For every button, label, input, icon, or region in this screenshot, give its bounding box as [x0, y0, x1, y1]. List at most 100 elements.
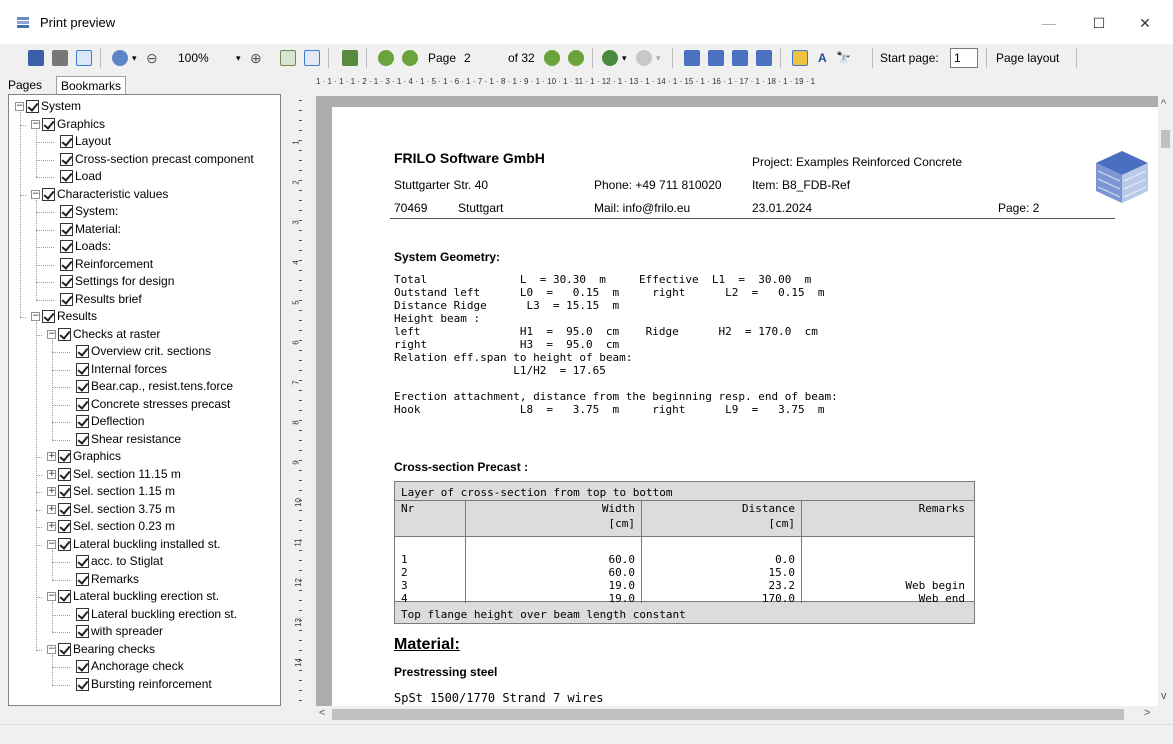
checkbox-icon[interactable]	[76, 362, 89, 376]
checkbox-icon[interactable]	[58, 520, 71, 534]
collapse-icon[interactable]: −	[15, 102, 24, 112]
collapse-icon[interactable]: −	[47, 539, 56, 549]
checkbox-icon[interactable]	[60, 170, 73, 184]
tree-item[interactable]: Shear resistance	[63, 431, 181, 448]
next-page-icon[interactable]	[544, 50, 560, 66]
checkbox-icon[interactable]	[58, 537, 71, 551]
tree-item[interactable]: acc. to Stiglat	[63, 553, 163, 570]
forward-icon[interactable]	[636, 50, 652, 66]
tree-item[interactable]: Cross-section precast component	[47, 151, 254, 168]
page-layout-button[interactable]: Page layout	[996, 48, 1059, 68]
scroll-right-icon[interactable]: >	[1144, 707, 1150, 719]
zoom-dropdown-icon[interactable]: ▾	[132, 48, 137, 68]
layout-continuous-icon[interactable]	[708, 50, 724, 66]
checkbox-icon[interactable]	[58, 642, 71, 656]
checkbox-icon[interactable]	[58, 502, 71, 516]
checkbox-icon[interactable]	[58, 450, 71, 464]
collapse-icon[interactable]: −	[47, 644, 56, 654]
scroll-up-icon[interactable]: ^	[1161, 98, 1166, 110]
tab-bookmarks[interactable]: Bookmarks	[56, 76, 127, 95]
first-page-icon[interactable]	[378, 50, 394, 66]
checkbox-icon[interactable]	[60, 292, 73, 306]
checkbox-icon[interactable]	[60, 135, 73, 149]
tree-item[interactable]: Lateral buckling erection st.	[63, 606, 237, 623]
checkbox-icon[interactable]	[60, 275, 73, 289]
horizontal-scroll-thumb[interactable]	[332, 709, 1124, 720]
expand-icon[interactable]: +	[47, 504, 56, 514]
tree-item[interactable]: Remarks	[63, 571, 139, 588]
checkbox-icon[interactable]	[76, 397, 89, 411]
layout-multi-icon[interactable]	[756, 50, 772, 66]
tree-item[interactable]: Load	[47, 168, 102, 185]
checkbox-icon[interactable]	[76, 607, 89, 621]
collapse-icon[interactable]: −	[31, 312, 40, 322]
checkbox-icon[interactable]	[60, 152, 73, 166]
checkbox-icon[interactable]	[60, 240, 73, 254]
collapse-icon[interactable]: −	[47, 329, 56, 339]
checkbox-icon[interactable]	[60, 257, 73, 271]
start-page-input[interactable]: 1	[950, 48, 978, 68]
vertical-scrollbar[interactable]: ^ v	[1158, 96, 1173, 706]
tree-item[interactable]: Deflection	[63, 413, 144, 430]
tree-item[interactable]: − Checks at raster	[47, 326, 160, 343]
tree-item[interactable]: Anchorage check	[63, 658, 184, 675]
tree-item[interactable]: − Characteristic values	[31, 186, 168, 203]
back-dropdown-icon[interactable]: ▾	[622, 48, 627, 68]
zoom-value-dropdown-icon[interactable]: ▾	[236, 48, 241, 68]
expand-icon[interactable]: +	[47, 487, 56, 497]
tree-item[interactable]: Bursting reinforcement	[63, 676, 212, 693]
zoom-out-icon[interactable]: ⊖	[146, 48, 158, 68]
fit-width-icon[interactable]	[304, 50, 320, 66]
tree-item[interactable]: Settings for design	[47, 273, 174, 290]
scroll-down-icon[interactable]: v	[1161, 690, 1167, 702]
minimize-button[interactable]: —	[1026, 8, 1072, 38]
tree-item[interactable]: − Graphics	[31, 116, 105, 133]
page-input[interactable]: 2	[464, 48, 471, 68]
tree-item[interactable]: Internal forces	[63, 361, 167, 378]
tree-item[interactable]: + Sel. section 3.75 m	[47, 501, 175, 518]
checkbox-icon[interactable]	[58, 590, 71, 604]
collapse-icon[interactable]: −	[31, 119, 40, 129]
maximize-button[interactable]: ☐	[1076, 8, 1122, 38]
checkbox-icon[interactable]	[76, 555, 89, 569]
tree-item[interactable]: + Sel. section 0.23 m	[47, 518, 175, 535]
tree-item[interactable]: Loads:	[47, 238, 111, 255]
tree-item[interactable]: Material:	[47, 221, 121, 238]
tree-item[interactable]: Results brief	[47, 291, 142, 308]
tree-item[interactable]: − Bearing checks	[47, 641, 155, 658]
checkbox-icon[interactable]	[42, 310, 55, 324]
tree-item[interactable]: − Lateral buckling installed st.	[47, 536, 220, 553]
single-page-icon[interactable]	[342, 50, 358, 66]
expand-icon[interactable]: +	[47, 452, 56, 462]
checkbox-icon[interactable]	[76, 625, 89, 639]
tree-item[interactable]: + Sel. section 11.15 m	[47, 466, 181, 483]
checkbox-icon[interactable]	[76, 415, 89, 429]
document-viewer[interactable]: FRILO Software GmbH Stuttgarter Str. 40 …	[316, 96, 1158, 706]
checkbox-icon[interactable]	[58, 485, 71, 499]
close-button[interactable]: ✕	[1122, 8, 1168, 38]
previous-page-icon[interactable]	[402, 50, 418, 66]
checkbox-icon[interactable]	[26, 100, 39, 114]
tree-item[interactable]: Overview crit. sections	[63, 343, 211, 360]
tree-item[interactable]: − Lateral buckling erection st.	[47, 588, 219, 605]
save-icon[interactable]	[28, 50, 44, 66]
checkbox-icon[interactable]	[76, 572, 89, 586]
checkbox-icon[interactable]	[76, 660, 89, 674]
layout-single-icon[interactable]	[684, 50, 700, 66]
expand-icon[interactable]: +	[47, 469, 56, 479]
checkbox-icon[interactable]	[60, 222, 73, 236]
print-icon[interactable]	[52, 50, 68, 66]
tree-item[interactable]: with spreader	[63, 623, 163, 640]
expand-icon[interactable]: +	[47, 522, 56, 532]
tab-pages[interactable]: Pages	[4, 76, 46, 95]
sidebar-toggle-icon[interactable]	[76, 50, 92, 66]
tree-item[interactable]: Layout	[47, 133, 111, 150]
checkbox-icon[interactable]	[76, 432, 89, 446]
find-icon[interactable]: 🔭	[836, 48, 851, 68]
vertical-scroll-thumb[interactable]	[1161, 130, 1170, 148]
collapse-icon[interactable]: −	[31, 189, 40, 199]
checkbox-icon[interactable]	[42, 117, 55, 131]
horizontal-scrollbar[interactable]: < >	[316, 706, 1158, 723]
text-select-icon[interactable]: A	[818, 48, 827, 68]
tree-item[interactable]: Reinforcement	[47, 256, 153, 273]
